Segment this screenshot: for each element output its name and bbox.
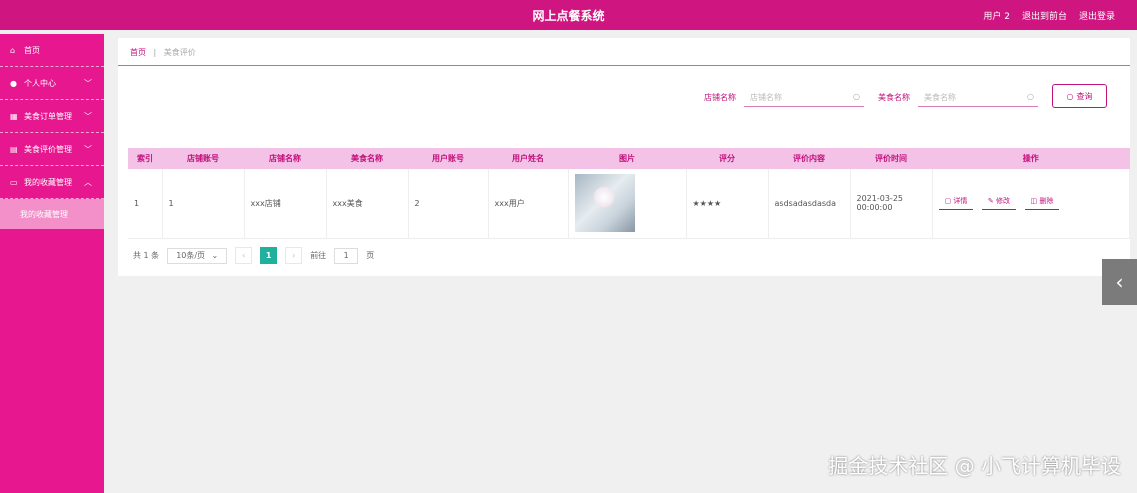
food-name-label: 美食名称 [878, 93, 910, 102]
exit-console-link[interactable]: 退出到前台 [1022, 9, 1067, 22]
goto-page-input[interactable]: 1 [334, 247, 359, 264]
page-1-button[interactable]: 1 [260, 247, 278, 264]
breadcrumb: 首页 | 美食评价 [130, 47, 196, 58]
user-icon: ● [10, 78, 17, 88]
page-size-select[interactable]: 10条/页 ⌄ [167, 247, 228, 264]
cell-shop-name: xxx店铺 [244, 169, 327, 239]
chevron-down-icon: ⌄ [211, 251, 219, 260]
col-actions: 操作 [1022, 154, 1039, 163]
col-index: 索引 [137, 154, 153, 163]
sidebar-item-label: 首页 [24, 45, 40, 55]
chevron-down-icon: ﹀ [84, 111, 92, 121]
pager-total: 共 1 条 [133, 251, 160, 260]
sidebar-item-label: 个人中心 [24, 78, 56, 88]
breadcrumb-divider [118, 65, 1130, 66]
col-shop-name: 店铺名称 [269, 154, 301, 163]
col-user-account: 用户账号 [432, 154, 464, 163]
sidebar-item-reviews[interactable]: ▤ 美食评价管理 ﹀ [0, 133, 104, 166]
search-icon: ○ [853, 92, 860, 101]
breadcrumb-current: 美食评价 [163, 48, 196, 57]
next-page-button[interactable]: › [285, 247, 303, 264]
food-image[interactable] [574, 174, 635, 233]
col-shop-account: 店铺账号 [187, 154, 219, 163]
col-image: 图片 [619, 154, 635, 163]
delete-button[interactable]: ◫ 删除 [1024, 196, 1060, 211]
col-time: 评价时间 [875, 154, 907, 163]
cell-index: 1 [128, 169, 163, 239]
order-icon: ▦ [10, 111, 18, 121]
sidebar-item-label: 美食评价管理 [24, 144, 72, 154]
query-button[interactable]: ○ 查询 [1052, 84, 1107, 108]
breadcrumb-home[interactable]: 首页 [130, 48, 146, 57]
query-button-label: 查询 [1076, 91, 1093, 101]
sidebar-item-profile[interactable]: ● 个人中心 ﹀ [0, 67, 104, 100]
logout-link[interactable]: 退出登录 [1079, 9, 1115, 22]
breadcrumb-separator: | [153, 48, 157, 57]
table-header-row: 索引 店铺账号 店铺名称 美食名称 用户账号 用户姓名 图片 评分 评价内容 评… [128, 148, 1130, 169]
pagination: 共 1 条 10条/页 ⌄ ‹ 1 › 前往 1 页 [133, 247, 374, 264]
sidebar-subitem-collect[interactable]: 我的收藏管理 [0, 199, 104, 229]
shop-name-label: 店铺名称 [704, 93, 736, 102]
food-name-placeholder: 美食名称 [924, 93, 956, 102]
sidebar-item-home[interactable]: ⌂ 首页 [0, 34, 104, 67]
collect-icon: ▭ [10, 177, 18, 187]
prev-page-button[interactable]: ‹ [235, 247, 253, 264]
sidebar-item-orders[interactable]: ▦ 美食订单管理 ﹀ [0, 100, 104, 133]
col-rating: 评分 [719, 154, 735, 163]
detail-button[interactable]: ▢ 详情 [938, 196, 974, 211]
cell-food-name: xxx美食 [326, 169, 409, 239]
chevron-up-icon: ︿ [84, 177, 92, 187]
col-content: 评价内容 [793, 154, 825, 163]
chevron-left-icon: ‹ [1115, 270, 1124, 294]
sidebar: ⌂ 首页 ● 个人中心 ﹀ ▦ 美食订单管理 ﹀ ▤ 美食评价管理 ﹀ ▭ 我的… [0, 34, 104, 493]
cell-image [568, 169, 687, 239]
page-unit-label: 页 [366, 251, 375, 260]
table-row: 1 1 xxx店铺 xxx美食 2 xxx用户 ★★★★ asdsadasdas… [128, 169, 1130, 239]
search-icon: ○ [1027, 92, 1034, 101]
chevron-down-icon: ﹀ [84, 78, 92, 88]
detail-label: 详情 [953, 197, 968, 206]
edit-icon: ✎ [987, 197, 996, 206]
cell-user-name: xxx用户 [488, 169, 569, 239]
sidebar-item-label: 我的收藏管理 [24, 177, 72, 187]
top-bar: 网上点餐系统 用户 2 退出到前台 退出登录 [0, 0, 1137, 30]
review-icon: ▤ [10, 144, 18, 154]
goto-label: 前往 [310, 251, 327, 260]
watermark: 掘金技术社区 @ 小飞计算机毕设 [828, 454, 1121, 478]
cell-content: asdsadasdasda [768, 169, 851, 239]
cell-user-account: 2 [408, 169, 489, 239]
chevron-down-icon: ﹀ [84, 144, 92, 154]
shop-name-placeholder: 店铺名称 [750, 93, 782, 102]
edit-label: 修改 [995, 197, 1010, 206]
cell-rating: ★★★★ [686, 169, 769, 239]
header-actions: 用户 2 退出到前台 退出登录 [983, 9, 1115, 22]
col-food-name: 美食名称 [351, 154, 383, 163]
cell-actions: ▢ 详情 ✎ 修改 ◫ 删除 [932, 169, 1130, 239]
cell-shop-account: 1 [162, 169, 245, 239]
sidebar-item-label: 美食订单管理 [24, 111, 72, 121]
page-size-value: 10条/页 [176, 251, 206, 260]
review-table: 索引 店铺账号 店铺名称 美食名称 用户账号 用户姓名 图片 评分 评价内容 评… [128, 148, 1130, 239]
app-title: 网上点餐系统 [532, 9, 605, 23]
sidebar-item-collect[interactable]: ▭ 我的收藏管理 ︿ [0, 166, 104, 199]
col-user-name: 用户姓名 [512, 154, 544, 163]
food-name-input[interactable]: 美食名称 ○ [918, 87, 1038, 107]
edit-button[interactable]: ✎ 修改 [981, 196, 1016, 211]
current-user: 用户 2 [983, 12, 1010, 22]
main-panel: 首页 | 美食评价 店铺名称 店铺名称 ○ 美食名称 美食名称 ○ ○ 查询 索… [118, 38, 1130, 276]
shop-name-input[interactable]: 店铺名称 ○ [744, 87, 864, 107]
delete-label: 删除 [1039, 197, 1054, 206]
search-icon: ○ [1066, 91, 1074, 101]
cell-time: 2021-03-25 00:00:00 [850, 169, 933, 239]
collapse-panel-button[interactable]: ‹ [1102, 259, 1137, 305]
home-icon: ⌂ [10, 45, 16, 55]
